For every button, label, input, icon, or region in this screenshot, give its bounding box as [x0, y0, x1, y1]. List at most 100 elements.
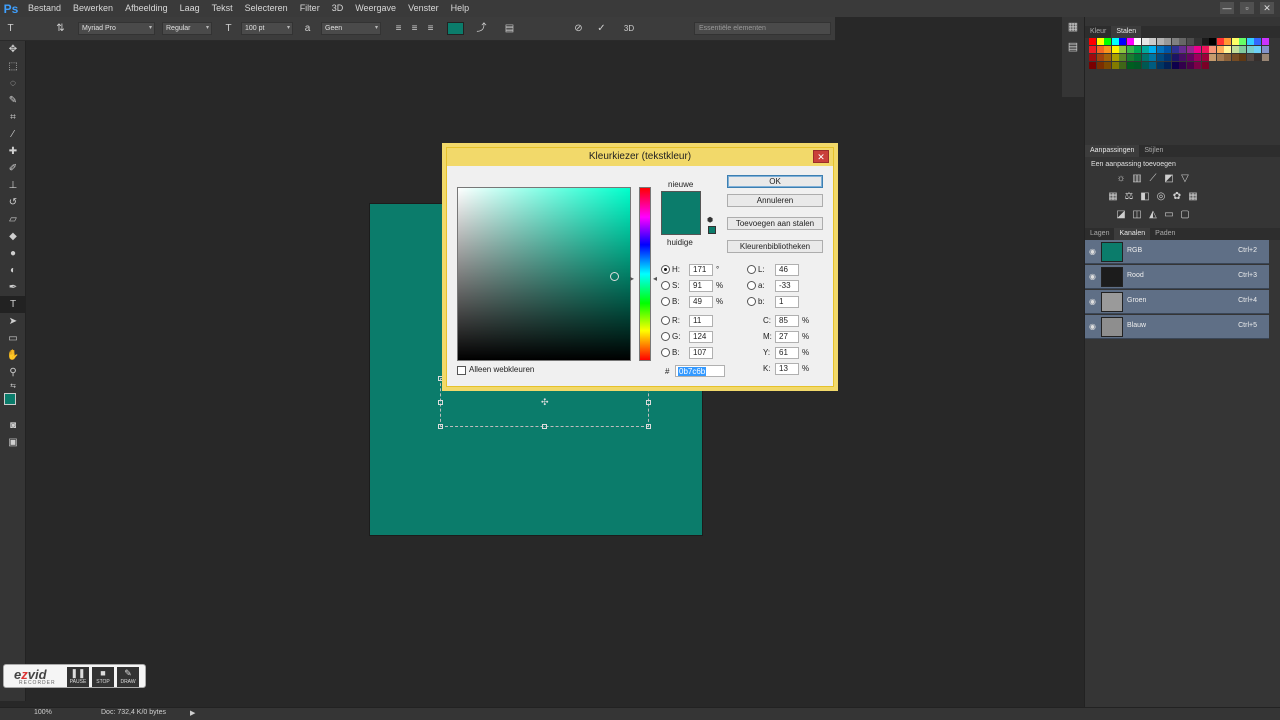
swatch[interactable]: [1261, 38, 1269, 45]
crop-tool-icon[interactable]: ⌗: [0, 109, 26, 126]
yellow-input[interactable]: 61: [775, 347, 799, 359]
channel-row-rgb[interactable]: ◉ RGB Ctrl+2: [1085, 240, 1269, 264]
current-color-swatch[interactable]: [661, 213, 701, 235]
hue-slider[interactable]: [639, 187, 651, 361]
swatch[interactable]: [1141, 62, 1149, 69]
swatch[interactable]: [1179, 62, 1186, 69]
swatch[interactable]: [1171, 62, 1179, 69]
levels-icon[interactable]: ▥: [1131, 173, 1143, 185]
lab-b-radio[interactable]: [747, 297, 756, 306]
hue-radio[interactable]: [661, 265, 670, 274]
cyan-input[interactable]: 85: [775, 315, 799, 327]
swatch[interactable]: [1111, 62, 1119, 69]
swatch[interactable]: [1209, 46, 1216, 53]
swatch[interactable]: [1186, 54, 1194, 61]
visibility-eye-icon[interactable]: ◉: [1089, 247, 1096, 256]
lab-l-radio[interactable]: [747, 265, 756, 274]
swatch[interactable]: [1149, 54, 1156, 61]
tab-paden[interactable]: Paden: [1150, 228, 1180, 240]
menu-laag[interactable]: Laag: [174, 0, 206, 17]
swatch[interactable]: [1089, 46, 1096, 53]
swatch[interactable]: [1164, 54, 1171, 61]
menu-filter[interactable]: Filter: [294, 0, 326, 17]
dodge-tool-icon[interactable]: ◐: [0, 262, 26, 279]
selective-color-icon[interactable]: ▢: [1179, 209, 1191, 221]
web-safe-cube-icon[interactable]: ⬢: [707, 216, 715, 224]
blue-radio[interactable]: [661, 348, 670, 357]
text-orientation-icon[interactable]: ⇅: [54, 22, 67, 35]
hue-slider-arrow-icon[interactable]: ▸: [630, 274, 634, 283]
stamp-tool-icon[interactable]: ⊥: [0, 177, 26, 194]
type-tool-icon[interactable]: T: [0, 296, 26, 313]
hue-input[interactable]: 171: [689, 264, 713, 276]
swatch[interactable]: [1096, 62, 1104, 69]
tab-kanalen[interactable]: Kanalen: [1114, 228, 1151, 240]
swatch[interactable]: [1164, 62, 1171, 69]
text-tool-preset-icon[interactable]: T: [4, 22, 17, 35]
zoom-tool-icon[interactable]: ⚲: [0, 364, 26, 381]
resize-handle[interactable]: [438, 424, 443, 429]
gradient-map-icon[interactable]: ▭: [1163, 209, 1175, 221]
resize-handle[interactable]: [646, 400, 651, 405]
menu-bestand[interactable]: Bestand: [22, 0, 67, 17]
font-size-select[interactable]: 100 pt ▾: [241, 22, 293, 35]
text-color-swatch[interactable]: [447, 22, 464, 35]
web-safe-swatch[interactable]: [708, 226, 716, 234]
workspace-select[interactable]: Essentiële elementen: [694, 22, 831, 35]
swatch[interactable]: [1254, 54, 1261, 61]
swatch[interactable]: [1254, 46, 1261, 53]
swatch[interactable]: [1126, 46, 1134, 53]
swatch[interactable]: [1104, 62, 1111, 69]
menu-bewerken[interactable]: Bewerken: [67, 0, 119, 17]
black-input[interactable]: 13: [775, 363, 799, 375]
channel-row-rood[interactable]: ◉ Rood Ctrl+3: [1085, 265, 1269, 289]
swatch[interactable]: [1246, 46, 1254, 53]
marquee-tool-icon[interactable]: ⬚: [0, 58, 26, 75]
color-balance-icon[interactable]: ⚖: [1123, 191, 1135, 203]
path-select-tool-icon[interactable]: ➤: [0, 313, 26, 330]
resize-handle[interactable]: [646, 424, 651, 429]
visibility-eye-icon[interactable]: ◉: [1089, 322, 1096, 331]
three-d-button[interactable]: 3D: [620, 22, 638, 35]
swatch[interactable]: [1246, 54, 1254, 61]
swatch[interactable]: [1201, 46, 1209, 53]
swatch[interactable]: [1171, 46, 1179, 53]
lab-l-input[interactable]: 46: [775, 264, 799, 276]
swatch[interactable]: [1126, 62, 1134, 69]
brush-tool-icon[interactable]: ✐: [0, 160, 26, 177]
align-center-icon[interactable]: ≡: [408, 22, 421, 35]
tab-stijlen[interactable]: Stijlen: [1139, 145, 1168, 157]
tab-stalen[interactable]: Stalen: [1111, 26, 1142, 38]
exposure-icon[interactable]: ◩: [1163, 173, 1175, 185]
swatch[interactable]: [1224, 46, 1231, 53]
character-panel-icon[interactable]: ▤: [503, 22, 516, 35]
swatch[interactable]: [1224, 54, 1231, 61]
swatch[interactable]: [1246, 38, 1254, 45]
swatch[interactable]: [1111, 46, 1119, 53]
antialias-select[interactable]: Geen ▾: [321, 22, 381, 35]
quick-mask-icon[interactable]: ◙: [0, 417, 26, 434]
tab-kleur[interactable]: Kleur: [1085, 26, 1111, 38]
lab-a-radio[interactable]: [747, 281, 756, 290]
brightness-input[interactable]: 49: [689, 296, 713, 308]
swatch[interactable]: [1119, 62, 1126, 69]
pen-tool-icon[interactable]: ✒: [0, 279, 26, 296]
swatch[interactable]: [1209, 38, 1216, 45]
swatch[interactable]: [1156, 54, 1164, 61]
warp-text-icon[interactable]: ⤴: [475, 22, 488, 35]
swatch[interactable]: [1089, 54, 1096, 61]
menu-venster[interactable]: Venster: [402, 0, 445, 17]
swatch[interactable]: [1201, 62, 1209, 69]
shape-tool-icon[interactable]: ▭: [0, 330, 26, 347]
menu-tekst[interactable]: Tekst: [206, 0, 239, 17]
menu-help[interactable]: Help: [445, 0, 476, 17]
hand-tool-icon[interactable]: ✋: [0, 347, 26, 364]
menu-selecteren[interactable]: Selecteren: [239, 0, 294, 17]
zoom-level[interactable]: 100%: [34, 709, 52, 716]
font-style-select[interactable]: Regular ▾: [162, 22, 212, 35]
swatch[interactable]: [1111, 54, 1119, 61]
swatch[interactable]: [1186, 46, 1194, 53]
swatch[interactable]: [1111, 38, 1119, 45]
menu-weergave[interactable]: Weergave: [349, 0, 402, 17]
eyedropper-tool-icon[interactable]: ⁄: [0, 126, 26, 143]
